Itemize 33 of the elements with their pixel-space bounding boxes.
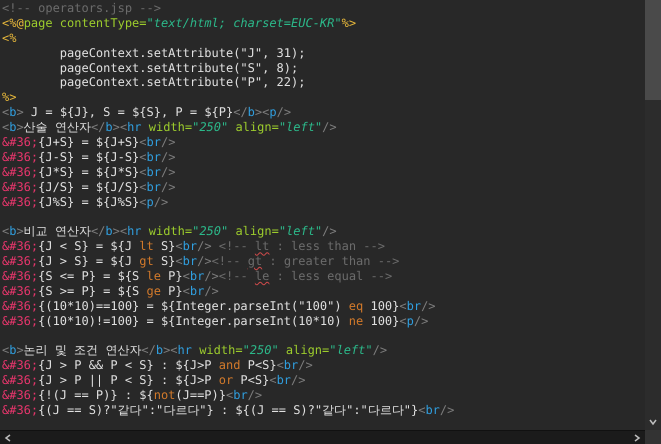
code-line: &#36;{J+S} = ${J+S}<br/> <box>2 135 176 150</box>
code-line: &#36;{(10*10)==100} = ${Integer.parseInt("100") eq 100}<br/> <box>2 298 437 314</box>
code-line: <!-- operators.jsp --> <box>2 1 162 16</box>
code-line: pageContext.setAttribute("S", 8); <box>58 60 300 76</box>
scroll-right-icon[interactable] <box>633 434 641 442</box>
code-line: <%@page contentType="text/html; charset=EUC-KR"%> <box>2 16 358 31</box>
scroll-down-icon[interactable] <box>649 418 657 426</box>
scrollbar-thumb[interactable] <box>645 0 661 100</box>
horizontal-scrollbar[interactable] <box>0 430 645 444</box>
code-line: &#36;{(J == S)?"같다":"다르다"} : ${(J == S)?"같다":"다르다"}<br/> <box>2 403 456 418</box>
code-line: &#36;{J > P && P < S} : ${J>P and P<S}<br/> <box>2 358 314 374</box>
code-line: <b>산술 연산자</b><hr width="250" align="left"/> <box>2 120 338 136</box>
code-line: &#36;{S >= P} = ${S ge P}<br/> <box>2 284 220 299</box>
vertical-scrollbar[interactable] <box>645 0 661 430</box>
code-line: <% <box>2 30 18 46</box>
scrollbar-corner <box>645 430 661 444</box>
scroll-left-icon[interactable] <box>4 434 12 442</box>
code-line: &#36;{J < S} = ${J lt S}<br/> <!-- lt : less than --> <box>2 239 386 254</box>
code-line: pageContext.setAttribute("J", 31); <box>58 46 306 61</box>
code-line: &#36;{J > P || P < S} : ${J>P or P<S}<br/> <box>2 373 306 388</box>
code-line: &#36;{J/S} = ${J/S}<br/> <box>2 180 176 195</box>
code-line: &#36;{J%S} = ${J%S}<p/> <box>2 194 170 210</box>
code-line: pageContext.setAttribute("P", 22); <box>58 75 306 90</box>
code-line: <b>비교 연산자</b><hr width="250" align="left"/> <box>2 224 338 240</box>
code-line: <b> J = ${J}, S = ${S}, P = ${P}</b><p/> <box>2 105 292 120</box>
code-line: <b>논리 및 조건 연산자</b><hr width="250" align="left"/> <box>2 343 388 358</box>
code-line: &#36;{J > S} = ${J gt S}<br/><!-- gt : greater than --> <box>2 254 400 270</box>
code-line: &#36;{S <= P} = ${S le P}<br/><!-- le : less equal --> <box>2 269 394 284</box>
code-line: %> <box>2 90 18 106</box>
code-line: &#36;{J-S} = ${J-S}<br/> <box>2 150 176 165</box>
code-line: &#36;{!(J == P)} : ${not(J==P)}<br/> <box>2 388 264 404</box>
code-line: &#36;{J*S} = ${J*S}<br/> <box>2 164 176 180</box>
code-line: &#36;{(10*10)!=100} = ${Integer.parseInt(10*10) ne 100}<p/> <box>2 314 430 329</box>
